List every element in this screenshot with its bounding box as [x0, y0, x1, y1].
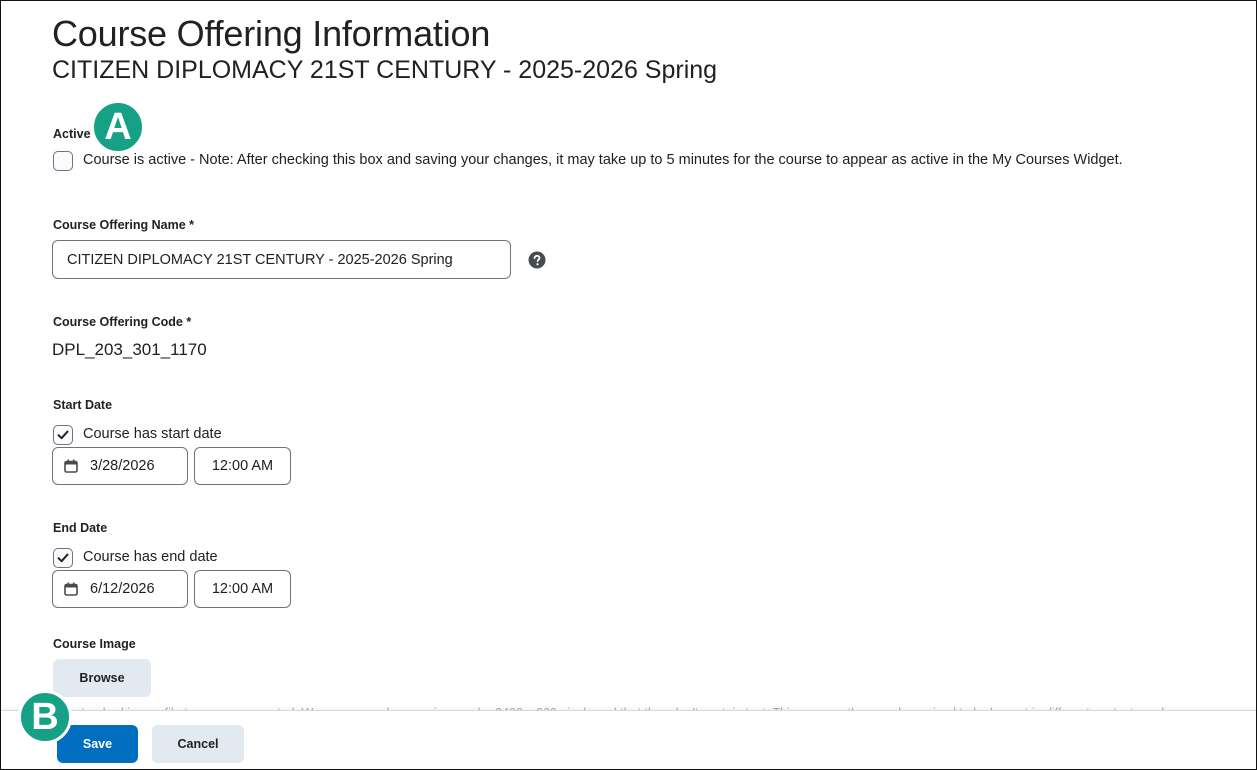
- active-label: Active: [53, 127, 91, 141]
- end-date-input[interactable]: 6/12/2026: [52, 570, 188, 608]
- calendar-icon: [64, 459, 78, 473]
- start-date-checkbox-label: Course has start date: [83, 426, 222, 442]
- start-date-input[interactable]: 3/28/2026: [52, 447, 188, 485]
- end-date-checkbox-label: Course has end date: [83, 549, 218, 565]
- end-time-input[interactable]: 12:00 AM: [194, 570, 291, 608]
- callout-badge-b: B: [18, 690, 72, 744]
- start-date-value: 3/28/2026: [90, 458, 155, 474]
- start-date-checkbox[interactable]: [53, 425, 73, 445]
- checkmark-icon: [57, 553, 69, 563]
- end-date-checkbox[interactable]: [53, 548, 73, 568]
- course-active-checkbox[interactable]: [53, 151, 73, 171]
- end-time-value: 12:00 AM: [211, 581, 274, 597]
- course-active-checkbox-label: Course is active - Note: After checking …: [83, 152, 1123, 168]
- course-code-label: Course Offering Code *: [53, 315, 192, 329]
- page-title: Course Offering Information: [52, 13, 491, 54]
- callout-badge-a: A: [91, 100, 145, 154]
- save-button[interactable]: Save: [57, 725, 138, 763]
- course-offering-page: Course Offering Information CITIZEN DIPL…: [0, 0, 1257, 770]
- end-date-label: End Date: [53, 521, 108, 535]
- course-code-value: DPL_203_301_1170: [52, 340, 207, 359]
- end-date-value: 6/12/2026: [90, 581, 155, 597]
- course-name-value: CITIZEN DIPLOMACY 21ST CENTURY - 2025-20…: [67, 251, 453, 268]
- start-time-value: 12:00 AM: [211, 458, 274, 474]
- cancel-button[interactable]: Cancel: [152, 725, 244, 763]
- start-date-label: Start Date: [53, 398, 113, 412]
- checkmark-icon: [57, 430, 69, 440]
- start-time-input[interactable]: 12:00 AM: [194, 447, 291, 485]
- course-name-label: Course Offering Name *: [53, 218, 195, 232]
- course-name-input[interactable]: CITIZEN DIPLOMACY 21ST CENTURY - 2025-20…: [52, 240, 511, 279]
- page-subtitle: CITIZEN DIPLOMACY 21ST CENTURY - 2025-20…: [52, 56, 718, 84]
- course-image-label: Course Image: [53, 637, 136, 651]
- browse-button[interactable]: Browse: [53, 659, 151, 697]
- help-icon[interactable]: [528, 251, 546, 269]
- calendar-icon: [64, 582, 78, 596]
